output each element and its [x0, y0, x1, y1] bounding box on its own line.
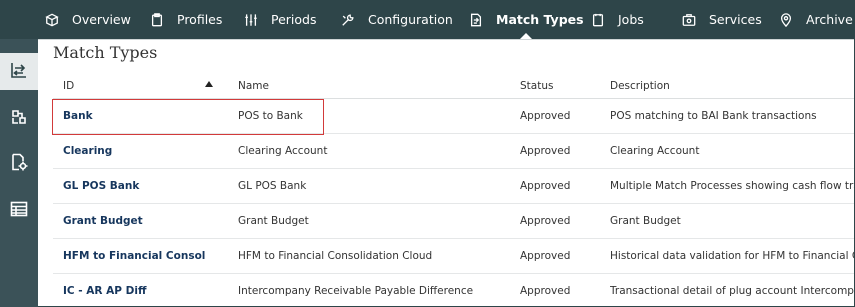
row-status: Approved — [520, 285, 571, 297]
row-status: Approved — [520, 110, 571, 122]
rail-item-match-types[interactable] — [0, 53, 38, 90]
row-id-link[interactable]: Grant Budget — [63, 204, 223, 238]
rail-item-settings[interactable] — [0, 145, 38, 182]
match-types-icon — [9, 60, 29, 84]
tab-label: Services — [709, 12, 762, 27]
tab-profiles[interactable]: Profiles — [149, 0, 222, 39]
archive-icon — [778, 12, 794, 28]
tab-label: Configuration — [368, 12, 453, 27]
row-status: Approved — [520, 145, 571, 157]
tab-label: Periods — [271, 12, 317, 27]
row-description: Transactional detail of plug account Int… — [610, 285, 855, 297]
selection-highlight-box — [52, 99, 324, 135]
row-description: Multiple Match Processes showing cash fl… — [610, 180, 855, 192]
rail-item-rules[interactable] — [0, 100, 38, 137]
tab-jobs[interactable]: Jobs — [590, 0, 644, 39]
row-id-link[interactable]: Clearing — [63, 134, 223, 168]
row-status: Approved — [520, 250, 571, 262]
row-status: Approved — [520, 180, 571, 192]
services-icon — [681, 12, 697, 28]
row-id-link[interactable]: HFM to Financial Consol — [63, 239, 223, 273]
tab-label: Archive — [806, 12, 853, 27]
row-description: Clearing Account — [610, 145, 700, 157]
tab-match-types[interactable]: Match Types — [468, 0, 584, 40]
jobs-icon — [590, 12, 606, 28]
tab-overview[interactable]: Overview — [44, 0, 131, 39]
row-name: Clearing Account — [238, 145, 328, 157]
row-name: Intercompany Receivable Payable Differen… — [238, 285, 474, 297]
tab-services[interactable]: Services — [681, 0, 762, 39]
settings-doc-icon — [9, 152, 29, 176]
wrench-icon — [340, 12, 356, 28]
main-panel: Match Types ID Name Status Description B… — [38, 39, 855, 307]
table-row[interactable]: HFM to Financial Consol HFM to Financial… — [53, 239, 855, 274]
page-title: Match Types — [53, 43, 158, 62]
row-id-link[interactable]: GL POS Bank — [63, 169, 223, 203]
table-row[interactable]: Clearing Clearing Account Approved Clear… — [53, 134, 855, 169]
column-header-status[interactable]: Status — [520, 74, 553, 98]
tab-configuration[interactable]: Configuration — [340, 0, 453, 39]
tab-label: Jobs — [618, 12, 644, 27]
row-name: GL POS Bank — [238, 180, 307, 192]
column-header-id[interactable]: ID — [63, 74, 74, 98]
tab-label: Profiles — [177, 12, 223, 27]
row-name: HFM to Financial Consolidation Cloud — [238, 250, 433, 262]
match-types-icon — [468, 12, 484, 28]
row-description: Grant Budget — [610, 215, 681, 227]
table-icon — [9, 199, 29, 223]
sort-ascending-icon[interactable] — [205, 81, 213, 87]
cube-icon — [44, 12, 60, 28]
periods-icon — [243, 12, 259, 28]
table-row[interactable]: GL POS Bank GL POS Bank Approved Multipl… — [53, 169, 855, 204]
rail-item-table[interactable] — [0, 192, 38, 229]
rules-icon — [9, 107, 29, 131]
row-name: Grant Budget — [238, 215, 309, 227]
row-description: Historical data validation for HFM to Fi… — [610, 250, 855, 262]
tab-label: Match Types — [496, 12, 584, 27]
clipboard-icon — [149, 12, 165, 28]
row-id-link[interactable]: IC - AR AP Diff — [63, 274, 223, 307]
tab-label: Overview — [72, 12, 131, 27]
top-navigation: Overview Profiles Periods Configuration … — [0, 0, 855, 40]
column-header-description[interactable]: Description — [610, 74, 670, 98]
table-row[interactable]: IC - AR AP Diff Intercompany Receivable … — [53, 274, 855, 307]
row-status: Approved — [520, 215, 571, 227]
column-header-name[interactable]: Name — [238, 74, 269, 98]
side-rail — [0, 39, 38, 307]
row-description: POS matching to BAI Bank transactions — [610, 110, 817, 122]
tab-periods[interactable]: Periods — [243, 0, 317, 39]
tab-archive[interactable]: Archive — [778, 0, 853, 39]
table-row[interactable]: Grant Budget Grant Budget Approved Grant… — [53, 204, 855, 239]
